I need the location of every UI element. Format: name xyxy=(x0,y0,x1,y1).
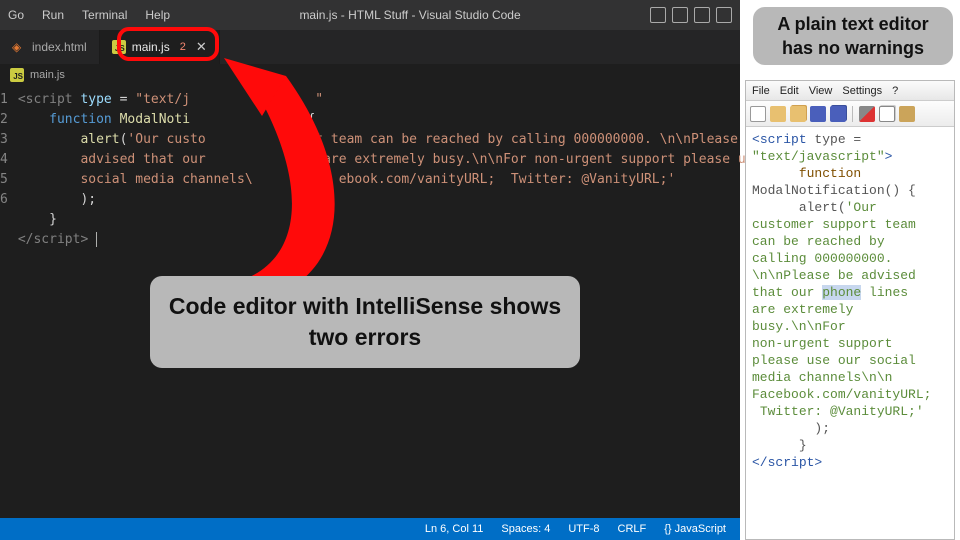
text-cursor xyxy=(96,232,97,247)
cut-icon[interactable] xyxy=(859,106,875,122)
html-icon: ◈ xyxy=(12,40,26,54)
status-spaces[interactable]: Spaces: 4 xyxy=(501,523,550,535)
menu-help[interactable]: ? xyxy=(892,85,898,97)
menu-help[interactable]: Help xyxy=(145,8,170,22)
status-eol[interactable]: CRLF xyxy=(618,523,647,535)
plain-menubar: File Edit View Settings ? xyxy=(746,81,954,101)
menu-settings[interactable]: Settings xyxy=(842,85,882,97)
menu-edit[interactable]: Edit xyxy=(780,85,799,97)
js-icon: JS xyxy=(112,40,126,54)
layout-icon[interactable] xyxy=(694,7,710,23)
save-icon[interactable] xyxy=(810,106,826,122)
tab-label: index.html xyxy=(32,40,87,54)
js-icon: JS xyxy=(10,68,24,82)
breadcrumb[interactable]: JS main.js xyxy=(0,64,740,86)
plain-editor-body[interactable]: <script type = "text/javascript"> functi… xyxy=(746,127,954,539)
breadcrumb-file: main.js xyxy=(30,69,65,81)
tab-index-html[interactable]: ◈ index.html xyxy=(0,30,100,64)
copy-icon[interactable] xyxy=(879,106,895,122)
editor-tabs: ◈ index.html JS main.js 2 ✕ xyxy=(0,30,740,64)
plain-toolbar xyxy=(746,101,954,127)
callout-main: Code editor with IntelliSense shows two … xyxy=(150,276,580,368)
layout-controls[interactable] xyxy=(650,7,732,23)
close-icon[interactable]: ✕ xyxy=(196,39,207,55)
menu-run[interactable]: Run xyxy=(42,8,64,22)
tab-main-js[interactable]: JS main.js 2 ✕ xyxy=(100,30,220,64)
new-file-icon[interactable] xyxy=(750,106,766,122)
layout-icon[interactable] xyxy=(716,7,732,23)
window-title: main.js - HTML Stuff - Visual Studio Cod… xyxy=(299,8,520,22)
menu-go[interactable]: Go xyxy=(8,8,24,22)
plain-editor-window: File Edit View Settings ? <script type =… xyxy=(745,80,955,540)
status-enc[interactable]: UTF-8 xyxy=(568,523,599,535)
status-lncol[interactable]: Ln 6, Col 11 xyxy=(425,523,484,535)
status-bar: Ln 6, Col 11 Spaces: 4 UTF-8 CRLF {} Jav… xyxy=(0,518,740,540)
line-gutter: 123456 xyxy=(0,86,18,518)
vscode-window: Go Run Terminal Help main.js - HTML Stuf… xyxy=(0,0,740,540)
vscode-menubar: Go Run Terminal Help main.js - HTML Stuf… xyxy=(0,0,740,30)
menu-terminal[interactable]: Terminal xyxy=(82,8,127,22)
tab-error-badge: 2 xyxy=(180,41,186,53)
layout-icon[interactable] xyxy=(672,7,688,23)
layout-icon[interactable] xyxy=(650,7,666,23)
status-lang[interactable]: {} JavaScript xyxy=(664,523,726,535)
tab-label: main.js xyxy=(132,40,170,54)
open-icon[interactable] xyxy=(770,106,786,122)
open-multi-icon[interactable] xyxy=(790,106,806,122)
callout-side: A plain text editor has no warnings xyxy=(753,7,953,65)
paste-icon[interactable] xyxy=(899,106,915,122)
menu-file[interactable]: File xyxy=(752,85,770,97)
save-all-icon[interactable] xyxy=(830,106,846,122)
menu-view[interactable]: View xyxy=(809,85,833,97)
